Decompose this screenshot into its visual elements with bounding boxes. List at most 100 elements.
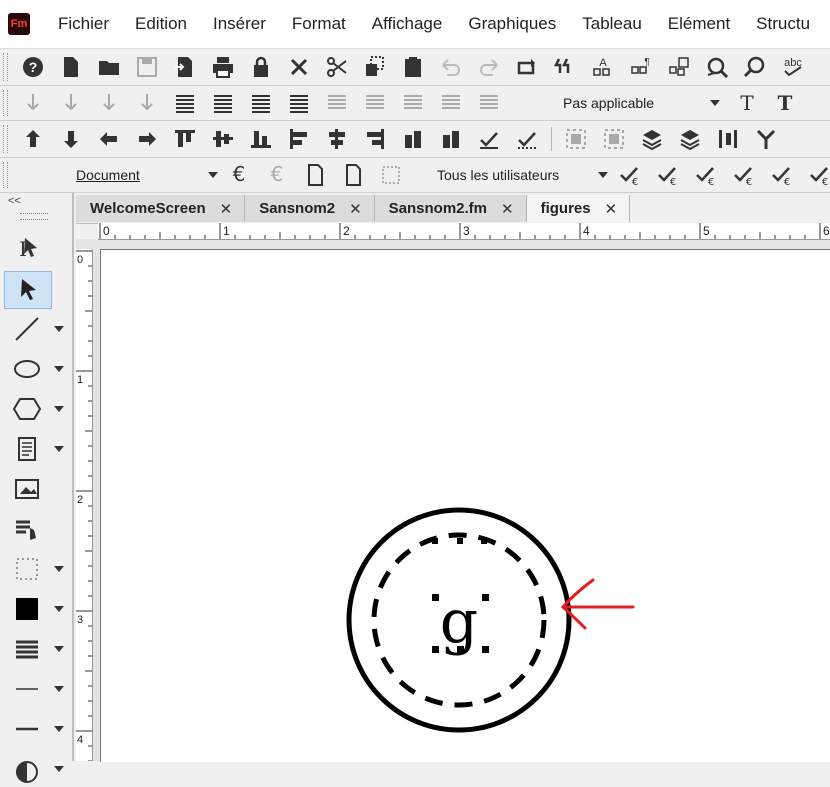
import-icon[interactable] <box>166 53 204 81</box>
line-spacing-2-icon[interactable] <box>356 89 394 117</box>
menu-inserer[interactable]: Insérer <box>213 14 266 34</box>
text-frame-tool-icon[interactable] <box>4 431 50 467</box>
selection-handle[interactable] <box>432 646 439 653</box>
tool-dropdown-arrow-icon[interactable] <box>54 766 64 772</box>
lock-icon[interactable] <box>242 53 280 81</box>
align-bottom-icon[interactable] <box>242 125 280 153</box>
menu-element[interactable]: Elément <box>668 14 730 34</box>
toolbar-grip[interactable] <box>3 53 8 81</box>
close-icon[interactable]: ✕ <box>605 200 618 218</box>
toolbar-grip[interactable] <box>3 125 8 153</box>
layers-up-icon[interactable] <box>633 125 671 153</box>
tool-dropdown-arrow-icon[interactable] <box>54 326 64 332</box>
flip-right-icon[interactable] <box>432 125 470 153</box>
tool-dropdown-arrow-icon[interactable] <box>54 406 64 412</box>
spelling-icon[interactable]: A <box>584 53 622 81</box>
align-right-obj-icon[interactable] <box>356 125 394 153</box>
paragraph-format-select[interactable]: Pas applicable <box>560 92 720 114</box>
arrow-right-icon[interactable] <box>128 125 166 153</box>
spellcheck-icon[interactable]: abc <box>774 53 812 81</box>
document-scope-select[interactable]: Document <box>72 164 218 186</box>
tool-dropdown-arrow-icon[interactable] <box>54 566 64 572</box>
selection-handle[interactable] <box>482 594 489 601</box>
ungroup-icon[interactable] <box>595 125 633 153</box>
tab-welcomescreen[interactable]: WelcomeScreen ✕ <box>76 195 246 222</box>
text-t-bold-icon[interactable]: T <box>766 89 804 117</box>
indent-4-icon[interactable] <box>128 89 166 117</box>
reject-change-icon[interactable]: € <box>648 161 686 189</box>
dash-tool-icon[interactable] <box>4 711 50 747</box>
check-all-icon[interactable] <box>508 125 546 153</box>
group-icon[interactable] <box>557 125 595 153</box>
tool-dropdown-arrow-icon[interactable] <box>54 366 64 372</box>
arrow-up-icon[interactable] <box>14 125 52 153</box>
object-select-tool-icon[interactable] <box>4 271 52 309</box>
cut-icon[interactable] <box>318 53 356 81</box>
text-t-icon[interactable]: T <box>728 89 766 117</box>
undo-icon[interactable] <box>432 53 470 81</box>
accept-change-icon[interactable]: € <box>610 161 648 189</box>
smart-quotes-icon[interactable] <box>546 53 584 81</box>
align-left-obj-icon[interactable] <box>280 125 318 153</box>
menu-fichier[interactable]: Fichier <box>58 14 109 34</box>
selection-handle[interactable] <box>481 538 487 544</box>
align-center-obj-icon[interactable] <box>318 125 356 153</box>
justify-icon[interactable] <box>280 89 318 117</box>
distribute-icon[interactable] <box>709 125 747 153</box>
line-spacing-3-icon[interactable] <box>394 89 432 117</box>
graphic-frame-tool-icon[interactable] <box>4 471 50 507</box>
table-icon[interactable] <box>660 53 698 81</box>
tint-tool-icon[interactable] <box>4 751 50 787</box>
line-tool-icon[interactable] <box>4 311 50 347</box>
tool-dropdown-arrow-icon[interactable] <box>54 446 64 452</box>
indent-1-icon[interactable] <box>14 89 52 117</box>
zoom-icon[interactable] <box>736 53 774 81</box>
tool-dropdown-arrow-icon[interactable] <box>54 686 64 692</box>
paragraph-icon[interactable]: ¶ <box>622 53 660 81</box>
line-spacing-5-icon[interactable] <box>470 89 508 117</box>
tab-figures[interactable]: figures ✕ <box>526 195 631 222</box>
tab-sansnom2-fm[interactable]: Sansnom2.fm ✕ <box>374 195 527 222</box>
document-page[interactable]: g <box>100 249 830 762</box>
frame-tool-icon[interactable] <box>4 551 50 587</box>
reject-all-icon[interactable]: € <box>724 161 762 189</box>
align-middle-icon[interactable] <box>204 125 242 153</box>
close-icon[interactable]: ✕ <box>501 200 514 218</box>
copy-icon[interactable] <box>356 53 394 81</box>
line-width-tool-icon[interactable] <box>4 631 50 667</box>
paste-icon[interactable] <box>394 53 432 81</box>
flip-left-icon[interactable] <box>394 125 432 153</box>
align-center-icon[interactable] <box>242 89 280 117</box>
help-icon[interactable]: ? <box>14 53 52 81</box>
toolbar-grip[interactable] <box>3 162 8 188</box>
selection-handle[interactable] <box>432 538 438 544</box>
hotspot-tool-icon[interactable] <box>4 511 50 547</box>
line-end-tool-icon[interactable] <box>4 671 50 707</box>
selection-handle[interactable] <box>457 538 463 544</box>
new-document-icon[interactable] <box>52 53 90 81</box>
branch-icon[interactable] <box>747 125 785 153</box>
menu-tableau[interactable]: Tableau <box>582 14 642 34</box>
tab-sansnom2[interactable]: Sansnom2 ✕ <box>245 195 375 222</box>
align-right-icon[interactable] <box>204 89 242 117</box>
print-icon[interactable] <box>204 53 242 81</box>
redo-icon[interactable] <box>470 53 508 81</box>
accept-all-icon[interactable]: € <box>686 161 724 189</box>
oval-tool-icon[interactable] <box>4 351 50 387</box>
selection-handle[interactable] <box>457 646 464 653</box>
layers-down-icon[interactable] <box>671 125 709 153</box>
align-left-icon[interactable] <box>166 89 204 117</box>
menu-format[interactable]: Format <box>292 14 346 34</box>
tool-dropdown-arrow-icon[interactable] <box>54 646 64 652</box>
page-icon[interactable] <box>296 161 334 189</box>
tool-dropdown-arrow-icon[interactable] <box>54 606 64 612</box>
open-folder-icon[interactable] <box>90 53 128 81</box>
save-icon[interactable] <box>128 53 166 81</box>
repeat-icon[interactable] <box>508 53 546 81</box>
blank-page-icon[interactable] <box>334 161 372 189</box>
next-change-icon[interactable]: € <box>762 161 800 189</box>
polygon-tool-icon[interactable] <box>4 391 50 427</box>
align-top-icon[interactable] <box>166 125 204 153</box>
selection-handle[interactable] <box>432 594 439 601</box>
selection-handle[interactable] <box>482 646 489 653</box>
